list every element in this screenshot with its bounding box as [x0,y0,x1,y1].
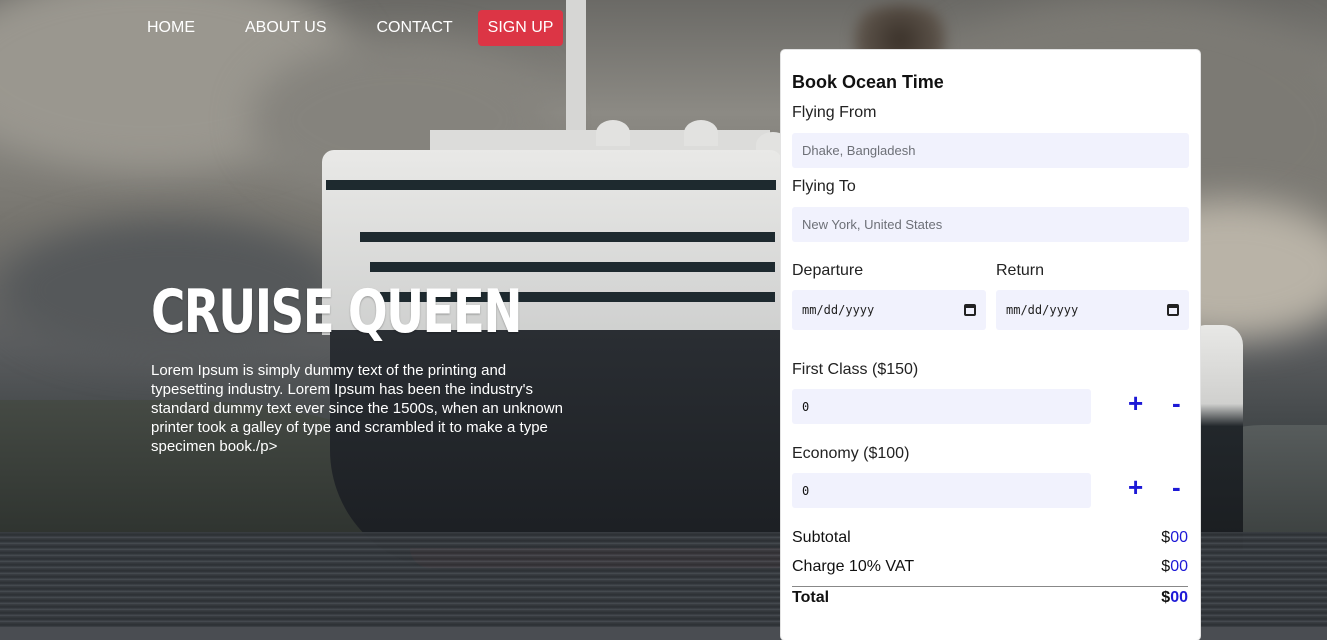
currency-symbol: $ [1161,558,1171,575]
sign-up-button[interactable]: SIGN UP [477,10,564,46]
nav-home[interactable]: HOME [130,10,212,46]
booking-card: Book Ocean Time Flying From Dhake, Bangl… [781,50,1200,640]
flying-from-input[interactable]: Dhake, Bangladesh [792,133,1189,168]
total-value: 00 [1170,589,1188,606]
first-class-minus-button[interactable]: - [1172,390,1181,416]
vat-amount: $00 [1161,558,1188,576]
first-class-qty-input[interactable]: 0 [792,389,1091,424]
economy-plus-button[interactable]: + [1128,474,1143,500]
economy-qty-input[interactable]: 0 [792,473,1091,508]
hero-description: Lorem Ipsum is simply dummy text of the … [151,362,563,455]
calendar-icon[interactable] [1167,304,1179,316]
total-label: Total [792,589,830,606]
departure-label: Departure [792,262,864,279]
return-label: Return [996,262,1045,279]
economy-minus-button[interactable]: - [1172,474,1181,500]
top-nav: HOME ABOUT US CONTACT SIGN UP [130,10,564,46]
booking-title: Book Ocean Time [792,72,944,92]
subtotal-amount: $00 [1161,529,1188,547]
total-divider [792,586,1188,587]
return-date-placeholder: mm/dd/yyyy [1006,303,1079,317]
currency-symbol: $ [1161,589,1171,606]
first-class-plus-button[interactable]: + [1128,390,1143,416]
vat-row: Charge 10% VAT $00 [792,558,1188,576]
departure-date-input[interactable]: mm/dd/yyyy [792,290,986,330]
subtotal-label: Subtotal [792,529,851,546]
vat-value: 00 [1170,558,1188,575]
nav-about-us[interactable]: ABOUT US [228,10,344,46]
first-class-label: First Class ($150) [792,361,919,378]
flying-to-input[interactable]: New York, United States [792,207,1189,242]
return-date-input[interactable]: mm/dd/yyyy [996,290,1189,330]
total-row: Total $00 [792,589,1188,607]
flying-to-label: Flying To [792,178,856,195]
subtotal-value: 00 [1170,529,1188,546]
total-amount: $00 [1161,589,1188,607]
nav-contact[interactable]: CONTACT [360,10,470,46]
hero-title: CRUISE QUEEN [151,277,523,347]
departure-date-placeholder: mm/dd/yyyy [802,303,875,317]
economy-label: Economy ($100) [792,445,910,462]
currency-symbol: $ [1161,529,1171,546]
calendar-icon[interactable] [964,304,976,316]
flying-from-label: Flying From [792,104,877,121]
vat-label: Charge 10% VAT [792,558,915,575]
subtotal-row: Subtotal $00 [792,529,1188,547]
